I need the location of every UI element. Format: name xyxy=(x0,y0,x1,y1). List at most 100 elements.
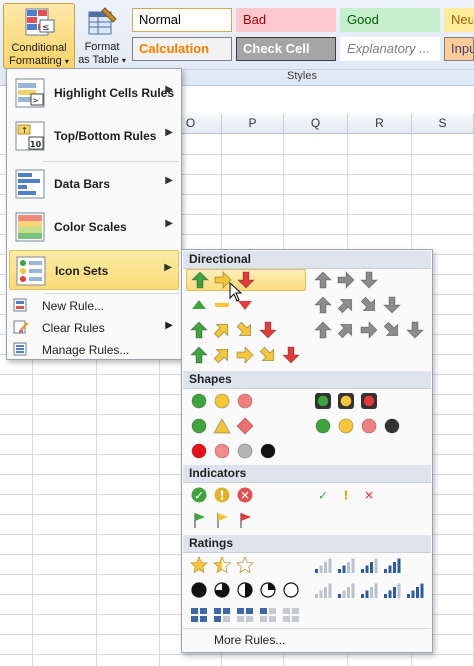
arrow-up-icon xyxy=(190,321,208,339)
arrow-up-icon xyxy=(314,321,332,339)
ft-label-line2: as Table xyxy=(78,54,119,66)
icon-set-3-traffic-lights-rimmed[interactable] xyxy=(310,390,385,412)
icon-sets-icon xyxy=(16,256,46,286)
column-header-p[interactable]: P xyxy=(222,114,284,134)
section-header-shapes: Shapes xyxy=(183,371,431,389)
arrow-right-icon xyxy=(337,271,355,289)
arrow-ur-icon xyxy=(213,323,229,339)
boxes-icon xyxy=(191,608,207,622)
signal-bars-icon xyxy=(338,583,355,598)
ft-label-line1: Format xyxy=(84,41,120,53)
icon-set-5-ratings[interactable] xyxy=(310,579,431,601)
more-rules-link[interactable]: More Rules... xyxy=(183,628,431,650)
icon-set-3-arrows-colored[interactable] xyxy=(186,269,306,291)
x-circle-icon: ✕ xyxy=(237,487,253,503)
data-bars-icon xyxy=(15,169,45,199)
icon-set-3-triangles[interactable] xyxy=(186,294,261,316)
new-rule-icon xyxy=(13,298,27,312)
exclamation-circle-icon: ! xyxy=(214,487,230,503)
x-icon: ✕ xyxy=(364,489,374,503)
arrow-up-icon xyxy=(314,271,332,289)
svg-text:≤: ≤ xyxy=(42,23,50,33)
quarter-circle-icon xyxy=(214,582,230,598)
signal-bars-icon xyxy=(315,583,332,598)
menu-item-clear-rules[interactable]: Clear Rules ▶ xyxy=(9,317,179,338)
menu-item-new-rule[interactable]: New Rule... xyxy=(9,295,179,316)
menu-item-data-bars[interactable]: Data Bars ▶ xyxy=(9,164,179,204)
menu-item-label: Icon Sets xyxy=(55,264,109,278)
icon-set-3-flags[interactable] xyxy=(186,509,261,531)
svg-text:↑: ↑ xyxy=(21,126,28,135)
arrow-ur-icon xyxy=(213,348,229,364)
icon-set-5-arrows-colored[interactable] xyxy=(186,344,307,366)
svg-text:✓: ✓ xyxy=(318,489,328,503)
boxes-icon xyxy=(260,608,276,622)
menu-item-label: Top/Bottom Rules xyxy=(54,129,157,143)
star-icon xyxy=(236,556,254,574)
icon-set-5-arrows-gray[interactable] xyxy=(310,319,431,341)
flag-icon xyxy=(240,513,251,528)
icon-set-4-arrows-colored[interactable] xyxy=(186,319,284,341)
section-header-directional: Directional xyxy=(183,251,431,269)
format-as-table-button[interactable]: Format as Table ▾ xyxy=(76,3,128,69)
menu-item-highlight-cells-rules[interactable]: > Highlight Cells Rules ▶ xyxy=(9,73,179,113)
cell-style-good[interactable]: Good xyxy=(340,8,440,32)
icon-set-5-quarters[interactable] xyxy=(186,579,307,601)
arrow-up-icon xyxy=(314,296,332,314)
icon-set-3-symbols-uncircled[interactable]: ✓! ✕ xyxy=(310,484,385,506)
cell-style-explanatory[interactable]: Explanatory ... xyxy=(340,37,440,61)
diamond-icon xyxy=(236,417,254,435)
circle-icon xyxy=(361,418,377,434)
icon-set-5-boxes[interactable] xyxy=(186,604,307,626)
signal-bars-icon xyxy=(361,583,378,598)
column-header-r[interactable]: R xyxy=(348,114,412,134)
signal-bars-icon xyxy=(384,558,401,573)
star-icon xyxy=(213,556,231,574)
cell-style-input[interactable]: Inpu xyxy=(444,37,474,61)
icon-set-3-traffic-lights-unrimmed[interactable] xyxy=(186,390,261,412)
circle-icon xyxy=(214,443,230,459)
icon-set-4-traffic-lights[interactable] xyxy=(310,415,408,437)
section-header-indicators: Indicators xyxy=(183,465,431,483)
icon-set-3-arrows-gray[interactable] xyxy=(310,269,385,291)
icon-set-3-signs[interactable] xyxy=(186,415,261,437)
traffic-light-icon xyxy=(338,393,354,409)
menu-item-color-scales[interactable]: Color Scales ▶ xyxy=(9,207,179,247)
arrow-right-icon xyxy=(236,346,254,364)
arrow-ur-icon xyxy=(337,323,353,339)
column-header-s[interactable]: S xyxy=(412,114,474,134)
icon-set-4-ratings[interactable] xyxy=(310,554,408,576)
column-header-q[interactable]: Q xyxy=(284,114,348,134)
flag-icon xyxy=(194,513,205,528)
cell-style-bad[interactable]: Bad xyxy=(236,8,336,32)
svg-text:✕: ✕ xyxy=(240,489,250,503)
chevron-right-icon: ▶ xyxy=(165,127,173,138)
cf-label-line1: Conditional xyxy=(11,42,67,54)
arrow-down-icon xyxy=(282,346,300,364)
chevron-right-icon: ▶ xyxy=(164,262,172,273)
arrow-dr-icon xyxy=(259,346,275,362)
icon-set-3-stars[interactable] xyxy=(186,554,261,576)
menu-item-top-bottom-rules[interactable]: ↑ 10 Top/Bottom Rules ▶ xyxy=(9,116,179,156)
conditional-formatting-button[interactable]: ≤ Conditional Formatting ▾ xyxy=(3,3,75,69)
cell-style-check-cell[interactable]: Check Cell xyxy=(236,37,336,61)
quarter-circle-icon xyxy=(237,582,253,598)
menu-item-label: Data Bars xyxy=(54,177,111,191)
icon-set-4-arrows-gray[interactable] xyxy=(310,294,408,316)
cell-style-normal[interactable]: Normal xyxy=(132,8,232,32)
icon-set-red-to-black[interactable] xyxy=(186,440,284,462)
cell-style-neutral[interactable]: Neu xyxy=(444,8,474,32)
boxes-icon xyxy=(214,608,230,622)
icon-set-3-symbols-circled[interactable]: ✓! ✕ xyxy=(186,484,261,506)
menu-item-icon-sets[interactable]: Icon Sets ▶ xyxy=(9,250,179,290)
svg-text:10: 10 xyxy=(30,140,42,149)
circle-icon xyxy=(191,443,207,459)
conditional-formatting-menu: > Highlight Cells Rules ▶ ↑ 10 Top/Botto… xyxy=(6,68,182,360)
svg-text:✕: ✕ xyxy=(364,489,374,503)
triangle-up-icon xyxy=(192,300,206,309)
menu-item-manage-rules[interactable]: Manage Rules... xyxy=(9,339,179,360)
flag-icon xyxy=(217,513,228,528)
cell-style-calculation[interactable]: Calculation xyxy=(132,37,232,61)
arrow-down-icon xyxy=(259,321,277,339)
arrow-dr-icon xyxy=(383,321,399,337)
